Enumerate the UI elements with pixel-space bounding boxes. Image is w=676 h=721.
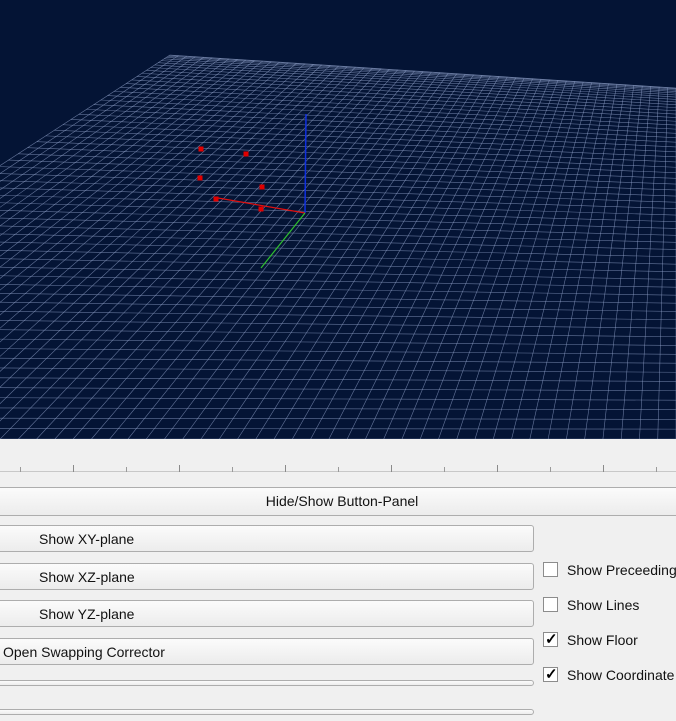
data-point	[198, 146, 204, 152]
grid-line	[18, 67, 373, 439]
grid-line	[0, 56, 204, 199]
3d-viewport[interactable]	[0, 0, 676, 439]
grid-line	[0, 338, 676, 346]
grid-line	[72, 69, 398, 439]
checkbox-label: Show Preceeding	[567, 562, 676, 578]
ruler-tick	[126, 467, 127, 472]
grid-line	[54, 129, 676, 158]
grid-line	[0, 348, 676, 355]
checkbox-box[interactable]	[543, 562, 558, 577]
grid-line	[639, 86, 660, 439]
ruler-tick	[20, 467, 21, 472]
z-axis	[304, 113, 307, 214]
ruler-tick	[338, 467, 339, 472]
data-point	[259, 184, 265, 190]
show-yz-plane-button[interactable]: Show YZ-plane	[0, 600, 534, 627]
show-xy-plane-button[interactable]: Show XY-plane	[0, 525, 534, 552]
button-label: Open Swapping Corrector	[3, 644, 165, 660]
ruler-tick	[232, 467, 233, 472]
checkbox-label: Show Lines	[567, 597, 640, 613]
grid-line	[0, 397, 676, 401]
grid-line	[0, 377, 676, 382]
ruler-tick	[497, 465, 498, 472]
ruler-tick	[391, 465, 392, 472]
data-point	[213, 196, 219, 202]
grid-line	[401, 79, 550, 439]
ruler-tick	[73, 465, 74, 472]
grid-line	[107, 95, 676, 126]
check-icon: ✓	[545, 666, 558, 683]
grid-line	[219, 74, 466, 439]
open-swapping-corrector-button[interactable]: Open Swapping Corrector	[0, 638, 534, 665]
grid-line	[0, 60, 255, 257]
checkbox-box[interactable]: ✓	[543, 631, 558, 648]
grid-line	[0, 250, 676, 265]
grid-line	[131, 79, 676, 112]
partial-button[interactable]	[0, 709, 534, 715]
timeline-ruler[interactable]	[0, 459, 676, 472]
grid-line	[8, 159, 676, 185]
ruler-tick	[444, 467, 445, 472]
data-point	[258, 206, 264, 212]
grid-line	[0, 58, 221, 217]
button-label: Show XY-plane	[39, 531, 135, 547]
grid-line	[383, 79, 542, 439]
check-icon: ✓	[545, 631, 558, 648]
grid-line	[200, 73, 457, 439]
grid-line	[109, 70, 415, 439]
grid-line	[45, 135, 676, 163]
grid-line	[0, 417, 676, 420]
grid-line	[127, 71, 424, 439]
grid-line	[0, 258, 676, 273]
ruler-tick	[285, 465, 286, 472]
grid-line	[328, 77, 517, 439]
checkbox-box[interactable]	[543, 597, 558, 612]
grid-line	[0, 66, 356, 422]
button-label: Show YZ-plane	[39, 606, 135, 622]
checkbox-label: Show Coordinate	[567, 667, 675, 683]
grid-line	[36, 68, 382, 439]
checkbox-box[interactable]: ✓	[543, 666, 558, 683]
grid-line	[346, 77, 525, 439]
ruler-tick	[179, 465, 180, 472]
grid-line	[0, 67, 365, 439]
grid-line	[602, 85, 643, 439]
grid-line	[114, 91, 676, 122]
data-point	[243, 151, 249, 157]
grid-line	[0, 241, 676, 258]
ruler-tick	[550, 467, 551, 472]
grid-line	[0, 56, 196, 191]
grid-line	[54, 69, 390, 439]
show-xz-plane-button[interactable]: Show XZ-plane	[0, 563, 534, 590]
grid-line	[0, 65, 331, 372]
grid-line	[0, 55, 179, 174]
ruler-tick	[656, 467, 657, 472]
floor-grid	[0, 54, 676, 439]
grid-line	[365, 78, 533, 439]
grid-line	[0, 320, 676, 329]
ruler-tick	[603, 465, 604, 472]
grid-line	[164, 72, 441, 439]
grid-line	[0, 202, 676, 222]
grid-line	[91, 70, 407, 439]
grid-line	[0, 61, 272, 279]
grid-line	[0, 357, 676, 364]
button-panel-area: Hide/Show Button-Panel Show XY-plane Sho…	[0, 439, 676, 721]
3d-scene[interactable]	[0, 0, 676, 439]
grid-line	[620, 86, 651, 439]
partial-button[interactable]	[0, 680, 534, 686]
data-point	[197, 175, 203, 181]
y-axis	[260, 212, 306, 269]
grid-line	[657, 87, 668, 439]
grid-line	[0, 428, 676, 430]
grid-line	[0, 275, 676, 288]
button-label: Show XZ-plane	[39, 569, 135, 585]
grid-line	[310, 76, 508, 439]
checkbox-label: Show Floor	[567, 632, 638, 648]
hide-show-button-panel-button[interactable]: Hide/Show Button-Panel	[0, 487, 676, 516]
grid-line	[255, 75, 483, 439]
